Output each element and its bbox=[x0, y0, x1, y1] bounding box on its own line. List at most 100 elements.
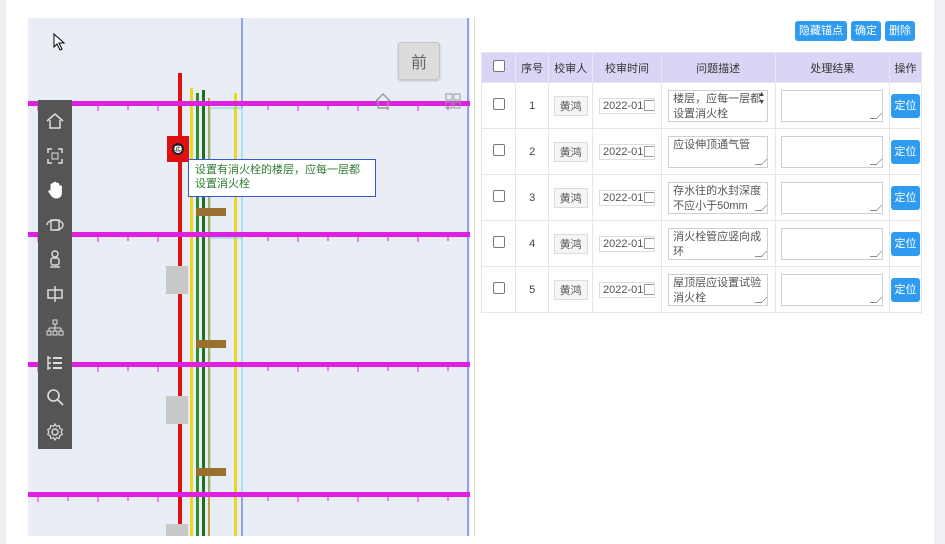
locate-button[interactable]: 定位 bbox=[891, 231, 920, 256]
table-row: 3 黄鸿 2022-01 存水往的水封深度不应小于50mm 定位 bbox=[480, 174, 922, 221]
reviewer-field[interactable]: 黄鸿 bbox=[553, 141, 588, 162]
result-textarea[interactable] bbox=[781, 273, 884, 306]
table-row: 4 黄鸿 2022-01 消火栓管应竖向成环 定位 bbox=[480, 220, 922, 267]
date-field[interactable]: 2022-01 bbox=[598, 281, 655, 298]
resize-grip-icon[interactable] bbox=[754, 295, 768, 303]
calendar-icon[interactable] bbox=[644, 284, 654, 295]
model-canvas[interactable] bbox=[28, 18, 470, 536]
resize-grip-icon[interactable] bbox=[754, 157, 768, 165]
date-value: 2022-01 bbox=[602, 145, 644, 158]
issue-textarea[interactable]: 应设伸顶通气管 bbox=[668, 135, 769, 168]
date-value: 2022-01 bbox=[602, 283, 644, 296]
header-action: 操作 bbox=[889, 52, 922, 83]
row-index: 3 bbox=[515, 174, 549, 221]
row-checkbox[interactable] bbox=[492, 236, 505, 248]
issue-text: 消火栓管应竖向成环 bbox=[673, 230, 762, 258]
table-row: 2 黄鸿 2022-01 应设伸顶通气管 定位 bbox=[480, 128, 922, 175]
result-textarea[interactable] bbox=[781, 89, 884, 122]
resize-grip-icon[interactable] bbox=[754, 249, 768, 257]
row-index: 4 bbox=[515, 220, 549, 267]
header-reviewer: 校审人 bbox=[547, 52, 594, 83]
issue-tooltip: 设置有消火栓的楼层，应每一层都设置消火栓 bbox=[188, 159, 376, 197]
mouse-cursor-icon bbox=[53, 33, 66, 51]
reviewer-field[interactable]: 黄鸿 bbox=[553, 187, 588, 208]
issue-anchor-marker[interactable]: ㊣ bbox=[167, 136, 189, 162]
review-panel: 隐藏锚点 确定 删除 序号 校审人 校审时间 问题描述 处理结果 操作 1 黄鸿… bbox=[474, 18, 931, 536]
resize-grip-icon[interactable] bbox=[869, 203, 883, 211]
row-checkbox[interactable] bbox=[492, 98, 505, 110]
home-icon[interactable] bbox=[38, 104, 72, 139]
locate-button[interactable]: 定位 bbox=[891, 93, 920, 118]
select-all-cell[interactable] bbox=[480, 52, 517, 83]
frame-icon[interactable] bbox=[38, 139, 72, 174]
result-textarea[interactable] bbox=[781, 135, 884, 168]
issue-textarea[interactable]: 存水往的水封深度不应小于50mm bbox=[668, 181, 769, 214]
date-value: 2022-01 bbox=[602, 191, 644, 204]
reviewer-field[interactable]: 黄鸿 bbox=[553, 233, 588, 254]
header-review-time: 校审时间 bbox=[592, 52, 662, 83]
delete-button[interactable]: 删除 bbox=[885, 21, 915, 41]
orbit-icon[interactable] bbox=[38, 208, 72, 243]
resize-grip-icon[interactable] bbox=[754, 203, 768, 211]
select-all-checkbox[interactable] bbox=[492, 60, 505, 72]
header-issue: 问题描述 bbox=[660, 52, 776, 83]
row-index: 1 bbox=[515, 82, 549, 129]
row-checkbox[interactable] bbox=[492, 190, 505, 202]
date-field[interactable]: 2022-01 bbox=[598, 189, 655, 206]
date-value: 2022-01 bbox=[602, 237, 644, 250]
issue-textarea[interactable]: 楼层，应每一层都设置消火栓 ▲ ▼ bbox=[668, 89, 769, 122]
person-icon[interactable] bbox=[38, 242, 72, 277]
review-table: 序号 校审人 校审时间 问题描述 处理结果 操作 1 黄鸿 2022-01 楼层… bbox=[480, 52, 922, 313]
table-row: 5 黄鸿 2022-01 屋顶层应设置试验消火栓 定位 bbox=[480, 266, 922, 313]
issue-text: 应设伸顶通气管 bbox=[673, 138, 751, 151]
settings-icon[interactable] bbox=[38, 415, 72, 450]
locate-button[interactable]: 定位 bbox=[891, 277, 920, 302]
date-value: 2022-01 bbox=[602, 99, 644, 112]
scroll-arrows-icon[interactable]: ▲ ▼ bbox=[758, 91, 765, 107]
calendar-icon[interactable] bbox=[644, 100, 654, 111]
result-textarea[interactable] bbox=[781, 227, 884, 260]
row-checkbox[interactable] bbox=[492, 282, 505, 294]
confirm-button[interactable]: 确定 bbox=[851, 21, 881, 41]
date-field[interactable]: 2022-01 bbox=[598, 143, 655, 160]
hide-anchors-button[interactable]: 隐藏锚点 bbox=[795, 21, 847, 41]
resize-grip-icon[interactable] bbox=[869, 157, 883, 165]
anchor-glyph: ㊣ bbox=[172, 143, 184, 155]
list-tree-icon[interactable] bbox=[38, 346, 72, 381]
issue-text: 屋顶层应设置试验消火栓 bbox=[673, 276, 762, 304]
home-view-icon[interactable] bbox=[374, 92, 392, 110]
resize-grip-icon[interactable] bbox=[869, 249, 883, 257]
row-index: 5 bbox=[515, 266, 549, 313]
header-result: 处理结果 bbox=[774, 52, 891, 83]
date-field[interactable]: 2022-01 bbox=[598, 235, 655, 252]
issue-text: 存水往的水封深度不应小于50mm bbox=[673, 184, 762, 212]
locate-button[interactable]: 定位 bbox=[891, 185, 920, 210]
search-icon[interactable] bbox=[38, 380, 72, 415]
issue-textarea[interactable]: 消火栓管应竖向成环 bbox=[668, 227, 769, 260]
header-index: 序号 bbox=[515, 52, 549, 83]
locate-button[interactable]: 定位 bbox=[891, 139, 920, 164]
reviewer-field[interactable]: 黄鸿 bbox=[553, 95, 588, 116]
reviewer-field[interactable]: 黄鸿 bbox=[553, 279, 588, 300]
structure-tree-icon[interactable] bbox=[38, 311, 72, 346]
grid-view-icon[interactable] bbox=[444, 92, 462, 110]
calendar-icon[interactable] bbox=[644, 146, 654, 157]
date-field[interactable]: 2022-01 bbox=[598, 97, 655, 114]
table-header: 序号 校审人 校审时间 问题描述 处理结果 操作 bbox=[480, 52, 922, 83]
panel-actions: 隐藏锚点 确定 删除 bbox=[795, 21, 915, 41]
issue-text: 楼层，应每一层都设置消火栓 bbox=[673, 92, 762, 120]
hand-icon[interactable] bbox=[38, 173, 72, 208]
resize-grip-icon[interactable] bbox=[869, 295, 883, 303]
issue-textarea[interactable]: 屋顶层应设置试验消火栓 bbox=[668, 273, 769, 306]
calendar-icon[interactable] bbox=[644, 192, 654, 203]
row-index: 2 bbox=[515, 128, 549, 175]
calendar-icon[interactable] bbox=[644, 238, 654, 249]
table-row: 1 黄鸿 2022-01 楼层，应每一层都设置消火栓 ▲ ▼ 定位 bbox=[480, 82, 922, 129]
viewer-toolbar bbox=[38, 100, 72, 449]
row-checkbox[interactable] bbox=[492, 144, 505, 156]
resize-grip-icon[interactable] bbox=[869, 111, 883, 119]
center-icon[interactable] bbox=[38, 277, 72, 312]
model-viewer[interactable] bbox=[28, 18, 470, 536]
view-cube-front-button[interactable]: 前 bbox=[398, 42, 440, 80]
result-textarea[interactable] bbox=[781, 181, 884, 214]
